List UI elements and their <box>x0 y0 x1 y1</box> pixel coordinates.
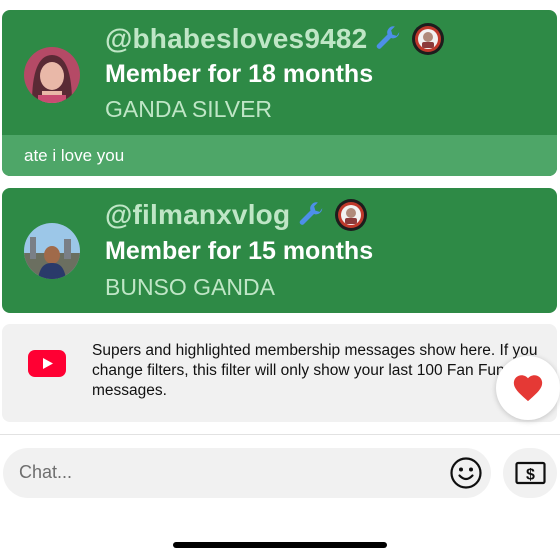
membership-duration: Member for 15 months <box>105 237 374 265</box>
chat-input[interactable]: Chat... <box>3 448 491 498</box>
membership-tier: GANDA SILVER <box>105 96 273 122</box>
smiley-icon[interactable] <box>449 456 483 490</box>
username[interactable]: @filmanxvlog <box>105 199 290 231</box>
member-badge-icon <box>335 199 368 231</box>
heart-icon <box>513 375 543 402</box>
wrench-icon <box>377 26 400 49</box>
info-text: Supers and highlighted membership messag… <box>92 342 538 399</box>
username[interactable]: @bhabesloves9482 <box>105 23 367 55</box>
membership-card: @filmanxvlog Member for 15 months BUNSO … <box>2 188 557 313</box>
chat-message-text: ate i love you <box>24 145 125 165</box>
member-badge-icon <box>412 23 445 55</box>
avatar[interactable] <box>24 47 80 103</box>
fan-funding-info-panel: Supers and highlighted membership messag… <box>2 324 557 422</box>
youtube-icon <box>28 350 66 377</box>
wrench-icon <box>300 202 323 225</box>
chat-placeholder: Chat... <box>19 462 73 482</box>
avatar[interactable] <box>24 223 80 279</box>
divider <box>0 434 560 435</box>
dollar-bill-icon: $ <box>515 461 546 485</box>
membership-card: @bhabesloves9482 Member for 18 months GA… <box>2 10 557 176</box>
membership-duration: Member for 18 months <box>105 60 374 88</box>
heart-reaction-button[interactable] <box>496 356 560 420</box>
chat-message: ate i love you <box>2 135 557 176</box>
membership-tier: BUNSO GANDA <box>105 274 275 300</box>
home-indicator <box>173 542 387 548</box>
svg-text:$: $ <box>526 467 535 484</box>
super-chat-button[interactable]: $ <box>503 448 557 498</box>
